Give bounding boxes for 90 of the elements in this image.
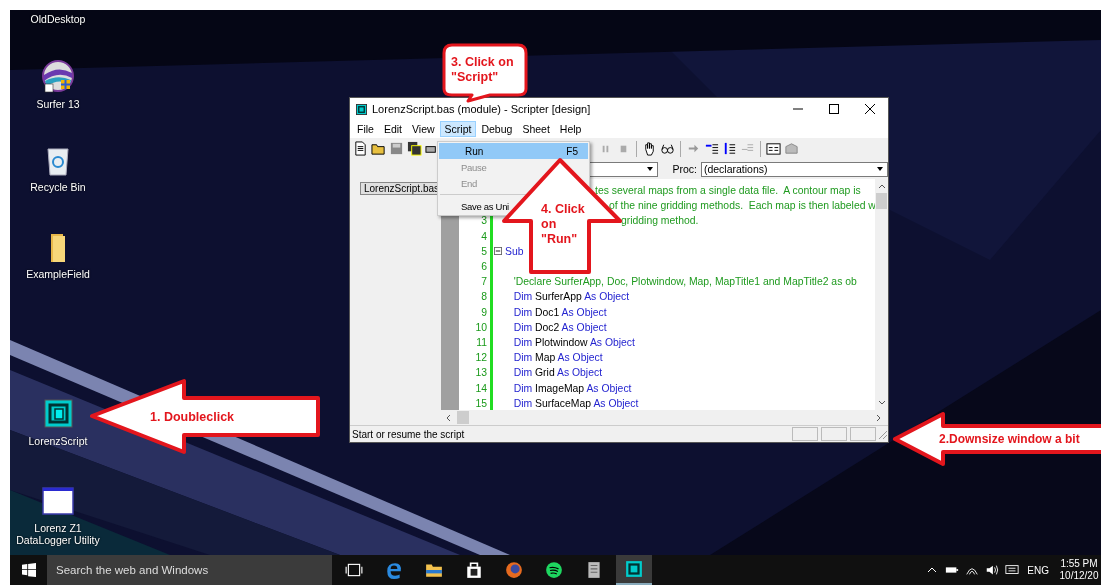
desktop-icon-label[interactable]: Surfer 13 [10, 98, 106, 110]
hand-icon[interactable] [642, 141, 657, 156]
proc-dropdown[interactable]: (declarations) [700, 161, 888, 177]
code-line: gridding method. [621, 215, 699, 227]
menu-option[interactable]: Save as Uni [461, 200, 509, 212]
code-line: of the nine gridding methods. Each map is then labeled w [609, 200, 875, 212]
battery-icon[interactable] [945, 564, 960, 576]
code-line: Dim Doc1 As Object [512, 306, 607, 318]
taskbar-app[interactable] [616, 555, 652, 585]
desktop-icon-label[interactable]: Recycle Bin [10, 181, 106, 193]
music-app-icon [545, 561, 563, 579]
menu-item[interactable]: Help [554, 121, 587, 137]
line-number: 9 [480, 306, 488, 318]
globe-shortcut-icon[interactable] [41, 60, 75, 94]
clock-date[interactable]: 10/12/20 [1059, 570, 1099, 582]
code-line: Dim SurfaceMap As Object [512, 397, 639, 409]
code-line: Dim Plotwindow As Object [512, 336, 635, 348]
status-panel [850, 427, 876, 441]
resize-grip-icon[interactable] [876, 428, 888, 440]
task-view-icon [345, 561, 363, 579]
line-number: 5 [480, 245, 488, 257]
menu-option[interactable]: Run F5 [439, 143, 588, 159]
code-line: Dim Grid As Object [512, 367, 603, 379]
callout-label: 3. Click on "Script" [451, 55, 515, 85]
desktop-icon-label[interactable]: ExampleField [10, 268, 106, 280]
scroll-thumb[interactable] [457, 411, 469, 424]
scroll-down-icon[interactable] [877, 399, 886, 407]
browser-e-icon [385, 561, 403, 579]
vertical-scrollbar[interactable] [875, 179, 888, 410]
code-line: Dim Map As Object [512, 352, 603, 364]
code-line: Dim Doc2 As Object [512, 321, 607, 333]
status-panel [792, 427, 818, 441]
line-number: 10 [474, 321, 488, 333]
line-number: 3 [480, 215, 488, 227]
script-app-icon[interactable] [41, 397, 75, 431]
line-number: 11 [475, 336, 488, 348]
code-line: Dim SurferApp As Object [512, 291, 630, 303]
script-app-icon [356, 103, 367, 115]
callout-label: 4. Click on "Run" [541, 202, 586, 247]
shopping-bag-icon [465, 561, 483, 579]
menu-item[interactable]: Edit [378, 121, 407, 137]
status-panel [821, 427, 847, 441]
scroll-thumb[interactable] [876, 193, 887, 209]
line-number: 13 [474, 367, 488, 379]
scroll-right-icon[interactable] [874, 413, 882, 422]
code-line: 'Declare SurferApp, Doc, Plotwindow, Map, MapTitle1 and MapTitle2 as ob [512, 276, 857, 288]
form-icon[interactable] [766, 141, 781, 156]
script-app-icon [625, 560, 643, 578]
save-all-icon[interactable] [407, 141, 422, 156]
menu-item[interactable]: File [352, 121, 379, 137]
line-number: 4 [480, 230, 488, 242]
line-number: 7 [480, 276, 488, 288]
code-line: Sub [505, 245, 524, 257]
maximize-icon[interactable] [829, 104, 839, 114]
menu-item[interactable]: Sheet [517, 121, 555, 137]
proc-label: Proc: [672, 163, 697, 175]
folder-icon[interactable] [371, 141, 386, 156]
line-number: 6 [480, 261, 488, 273]
menu-item[interactable]: Script [439, 121, 477, 137]
step-into-icon[interactable] [704, 141, 719, 156]
language-indicator[interactable]: ENG [1027, 564, 1049, 576]
menu-item[interactable]: Debug [476, 121, 518, 137]
scroll-up-icon[interactable] [877, 182, 886, 190]
folder-icon [425, 561, 443, 579]
line-number: 8 [480, 291, 488, 303]
line-number: 12 [474, 352, 488, 364]
menu-item[interactable]: View [407, 121, 440, 137]
desktop-icon-label[interactable]: LorenzScript [10, 435, 106, 447]
code-line: Dim ImageMap As Object [512, 382, 632, 394]
windows-start-icon[interactable] [22, 563, 36, 577]
speaker-icon[interactable] [985, 564, 1000, 576]
notifications-icon[interactable] [1005, 564, 1020, 576]
box-icon [784, 141, 799, 156]
search-field[interactable]: Search the web and Windows [47, 555, 332, 585]
line-number: 14 [474, 382, 488, 394]
step-over-icon[interactable] [722, 141, 737, 156]
collapse-icon[interactable] [494, 247, 502, 256]
desktop-icon-label[interactable]: OldDesktop [10, 13, 106, 25]
window-title: LorenzScript.bas (module) - Scripter [design] [372, 103, 592, 115]
status-text: Start or resume the script [352, 428, 465, 440]
new-file-icon[interactable] [353, 141, 368, 156]
scroll-left-icon[interactable] [445, 413, 453, 422]
app-window-icon[interactable] [41, 484, 75, 518]
close-icon[interactable] [865, 104, 875, 114]
line-number: 15 [474, 397, 488, 409]
callout-label: 2.Downsize window a bit [939, 432, 1080, 447]
document-icon [585, 561, 603, 579]
callout-label: 1. Doubleclick [150, 410, 235, 425]
clock-time[interactable]: 1:55 PM [1060, 558, 1098, 570]
code-line: tes several maps from a single data file. A contour map is [595, 185, 861, 197]
